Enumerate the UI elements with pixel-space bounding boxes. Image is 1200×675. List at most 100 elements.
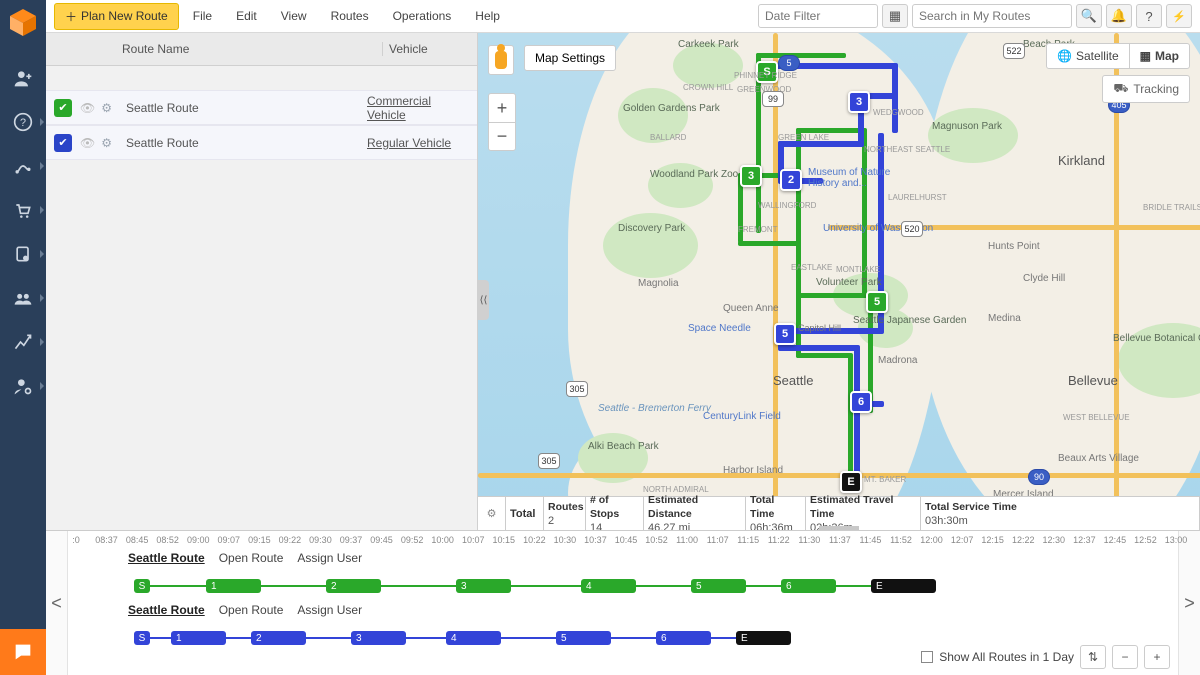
nav-admin[interactable] xyxy=(0,364,46,408)
timeline-stop[interactable]: 4 xyxy=(446,631,501,645)
timeline-stop[interactable]: 5 xyxy=(691,579,746,593)
timeline-route-name[interactable]: Seattle Route xyxy=(128,603,205,617)
menu-view[interactable]: View xyxy=(271,5,317,27)
timeline-stop-end[interactable]: E xyxy=(871,579,936,593)
visibility-icon[interactable]: 👁 xyxy=(80,136,95,150)
map-settings-button[interactable]: Map Settings xyxy=(524,45,616,71)
nav-add-person[interactable] xyxy=(0,56,46,100)
timeline-stop[interactable]: 2 xyxy=(326,579,381,593)
streetview-pegman[interactable] xyxy=(488,45,514,75)
route-row[interactable]: ✔ 👁 ⚙ Seattle Route Commercial Vehicle xyxy=(46,90,477,125)
timeline-tick: 09:22 xyxy=(279,535,302,545)
timeline-zoom-out-button[interactable]: − xyxy=(1112,645,1138,669)
col-vehicle: Vehicle xyxy=(382,42,477,56)
timeline-stop[interactable]: 1 xyxy=(171,631,226,645)
menu-routes[interactable]: Routes xyxy=(321,5,379,27)
search-icon[interactable]: 🔍 xyxy=(1076,4,1102,28)
timeline-stop[interactable]: 3 xyxy=(351,631,406,645)
route-vehicle[interactable]: Regular Vehicle xyxy=(367,136,477,150)
zoom-out-button[interactable]: − xyxy=(489,122,515,150)
top-menu-bar: ＋ Plan New Route File Edit View Routes O… xyxy=(46,0,1200,33)
timeline-stop[interactable]: 6 xyxy=(656,631,711,645)
menu-help[interactable]: Help xyxy=(465,5,510,27)
open-route-link[interactable]: Open Route xyxy=(219,551,284,565)
timeline-stop[interactable]: 5 xyxy=(556,631,611,645)
map-type-map[interactable]: ▦Map xyxy=(1129,44,1189,68)
route-checkbox[interactable]: ✔ xyxy=(54,99,72,117)
route-vehicle[interactable]: Commercial Vehicle xyxy=(367,94,477,122)
nav-team[interactable] xyxy=(0,276,46,320)
stats-gear-icon[interactable]: ⚙ xyxy=(478,497,506,530)
date-filter-input[interactable] xyxy=(758,4,878,28)
collapse-handle[interactable]: ⟨⟨ xyxy=(478,280,489,320)
gear-icon[interactable]: ⚙ xyxy=(101,136,112,150)
route-checkbox[interactable]: ✔ xyxy=(54,134,72,152)
timeline-stop[interactable]: 1 xyxy=(206,579,261,593)
road-shield: 522 xyxy=(1003,43,1025,59)
map-label: Kirkland xyxy=(1058,153,1105,168)
plan-new-route-label: Plan New Route xyxy=(81,9,168,23)
nav-help[interactable]: ? xyxy=(0,100,46,144)
road-shield: 305 xyxy=(538,453,560,469)
timeline-track[interactable]: S 1 2 3 4 5 6 E xyxy=(76,577,1170,595)
assign-user-link[interactable]: Assign User xyxy=(297,603,362,617)
map-marker-end[interactable]: E xyxy=(840,471,862,493)
nav-orders[interactable] xyxy=(0,188,46,232)
timeline-stop-start[interactable]: S xyxy=(134,631,150,645)
calendar-icon[interactable]: ▦ xyxy=(882,4,908,28)
menu-edit[interactable]: Edit xyxy=(226,5,267,27)
topbar-help-icon[interactable]: ? xyxy=(1136,4,1162,28)
map[interactable]: S 3 3 2 5 5 6 E Carkeek Park Golden Gard… xyxy=(478,33,1200,530)
menu-operations[interactable]: Operations xyxy=(383,5,462,27)
timeline-zoom-in-button[interactable]: + xyxy=(1144,645,1170,669)
map-label: Space Needle xyxy=(688,323,751,334)
assign-user-link[interactable]: Assign User xyxy=(297,551,362,565)
menu-file[interactable]: File xyxy=(183,5,222,27)
map-label: BALLARD xyxy=(650,133,686,142)
route-name: Seattle Route xyxy=(126,101,367,115)
road-shield: 520 xyxy=(901,221,923,237)
stats-cell: # of Stops14 xyxy=(586,497,644,530)
map-label: Queen Anne xyxy=(723,303,779,314)
notifications-icon[interactable]: 🔔 xyxy=(1106,4,1132,28)
timeline-stop-end[interactable]: E xyxy=(736,631,791,645)
visibility-icon[interactable]: 👁 xyxy=(80,101,95,115)
road-shield: 90 xyxy=(1028,469,1050,485)
timeline-sort-button[interactable]: ⇅ xyxy=(1080,645,1106,669)
map-marker[interactable]: 5 xyxy=(866,291,888,313)
map-marker[interactable]: 6 xyxy=(850,391,872,413)
nav-address-book[interactable] xyxy=(0,232,46,276)
chat-button[interactable] xyxy=(0,629,46,675)
tracking-button[interactable]: ⛟Tracking xyxy=(1102,75,1190,103)
timeline-next[interactable]: > xyxy=(1178,531,1200,675)
map-marker[interactable]: 3 xyxy=(740,165,762,187)
quick-action-icon[interactable]: ⚡ xyxy=(1166,4,1192,28)
timeline-tick: 10:30 xyxy=(554,535,577,545)
nav-analytics[interactable] xyxy=(0,320,46,364)
search-input[interactable] xyxy=(912,4,1072,28)
gear-icon[interactable]: ⚙ xyxy=(101,101,112,115)
timeline-prev[interactable]: < xyxy=(46,531,68,675)
timeline-stop[interactable]: 3 xyxy=(456,579,511,593)
timeline-tick: 09:07 xyxy=(218,535,241,545)
open-route-link[interactable]: Open Route xyxy=(219,603,284,617)
timeline-stop[interactable]: 4 xyxy=(581,579,636,593)
timeline-stop[interactable]: 2 xyxy=(251,631,306,645)
map-label: GREEN LAKE xyxy=(778,133,829,142)
timeline-stop-start[interactable]: S xyxy=(134,579,150,593)
plan-new-route-button[interactable]: ＋ Plan New Route xyxy=(54,3,179,30)
map-label: WALLINGFORD xyxy=(758,201,816,210)
timeline-tick: 08:45 xyxy=(126,535,149,545)
timeline-route-name[interactable]: Seattle Route xyxy=(128,551,205,565)
nav-routes[interactable] xyxy=(0,144,46,188)
map-marker[interactable]: 5 xyxy=(774,323,796,345)
map-type-satellite[interactable]: 🌐Satellite xyxy=(1047,44,1129,68)
map-marker[interactable]: 2 xyxy=(780,169,802,191)
map-marker[interactable]: 3 xyxy=(848,91,870,113)
timeline-stop[interactable]: 6 xyxy=(781,579,836,593)
route-row[interactable]: ✔ 👁 ⚙ Seattle Route Regular Vehicle xyxy=(46,125,477,160)
map-label: Seattle - Bremerton Ferry xyxy=(598,403,711,414)
show-all-checkbox[interactable] xyxy=(921,651,933,663)
map-label: Carkeek Park xyxy=(678,39,739,50)
zoom-in-button[interactable]: + xyxy=(489,94,515,122)
